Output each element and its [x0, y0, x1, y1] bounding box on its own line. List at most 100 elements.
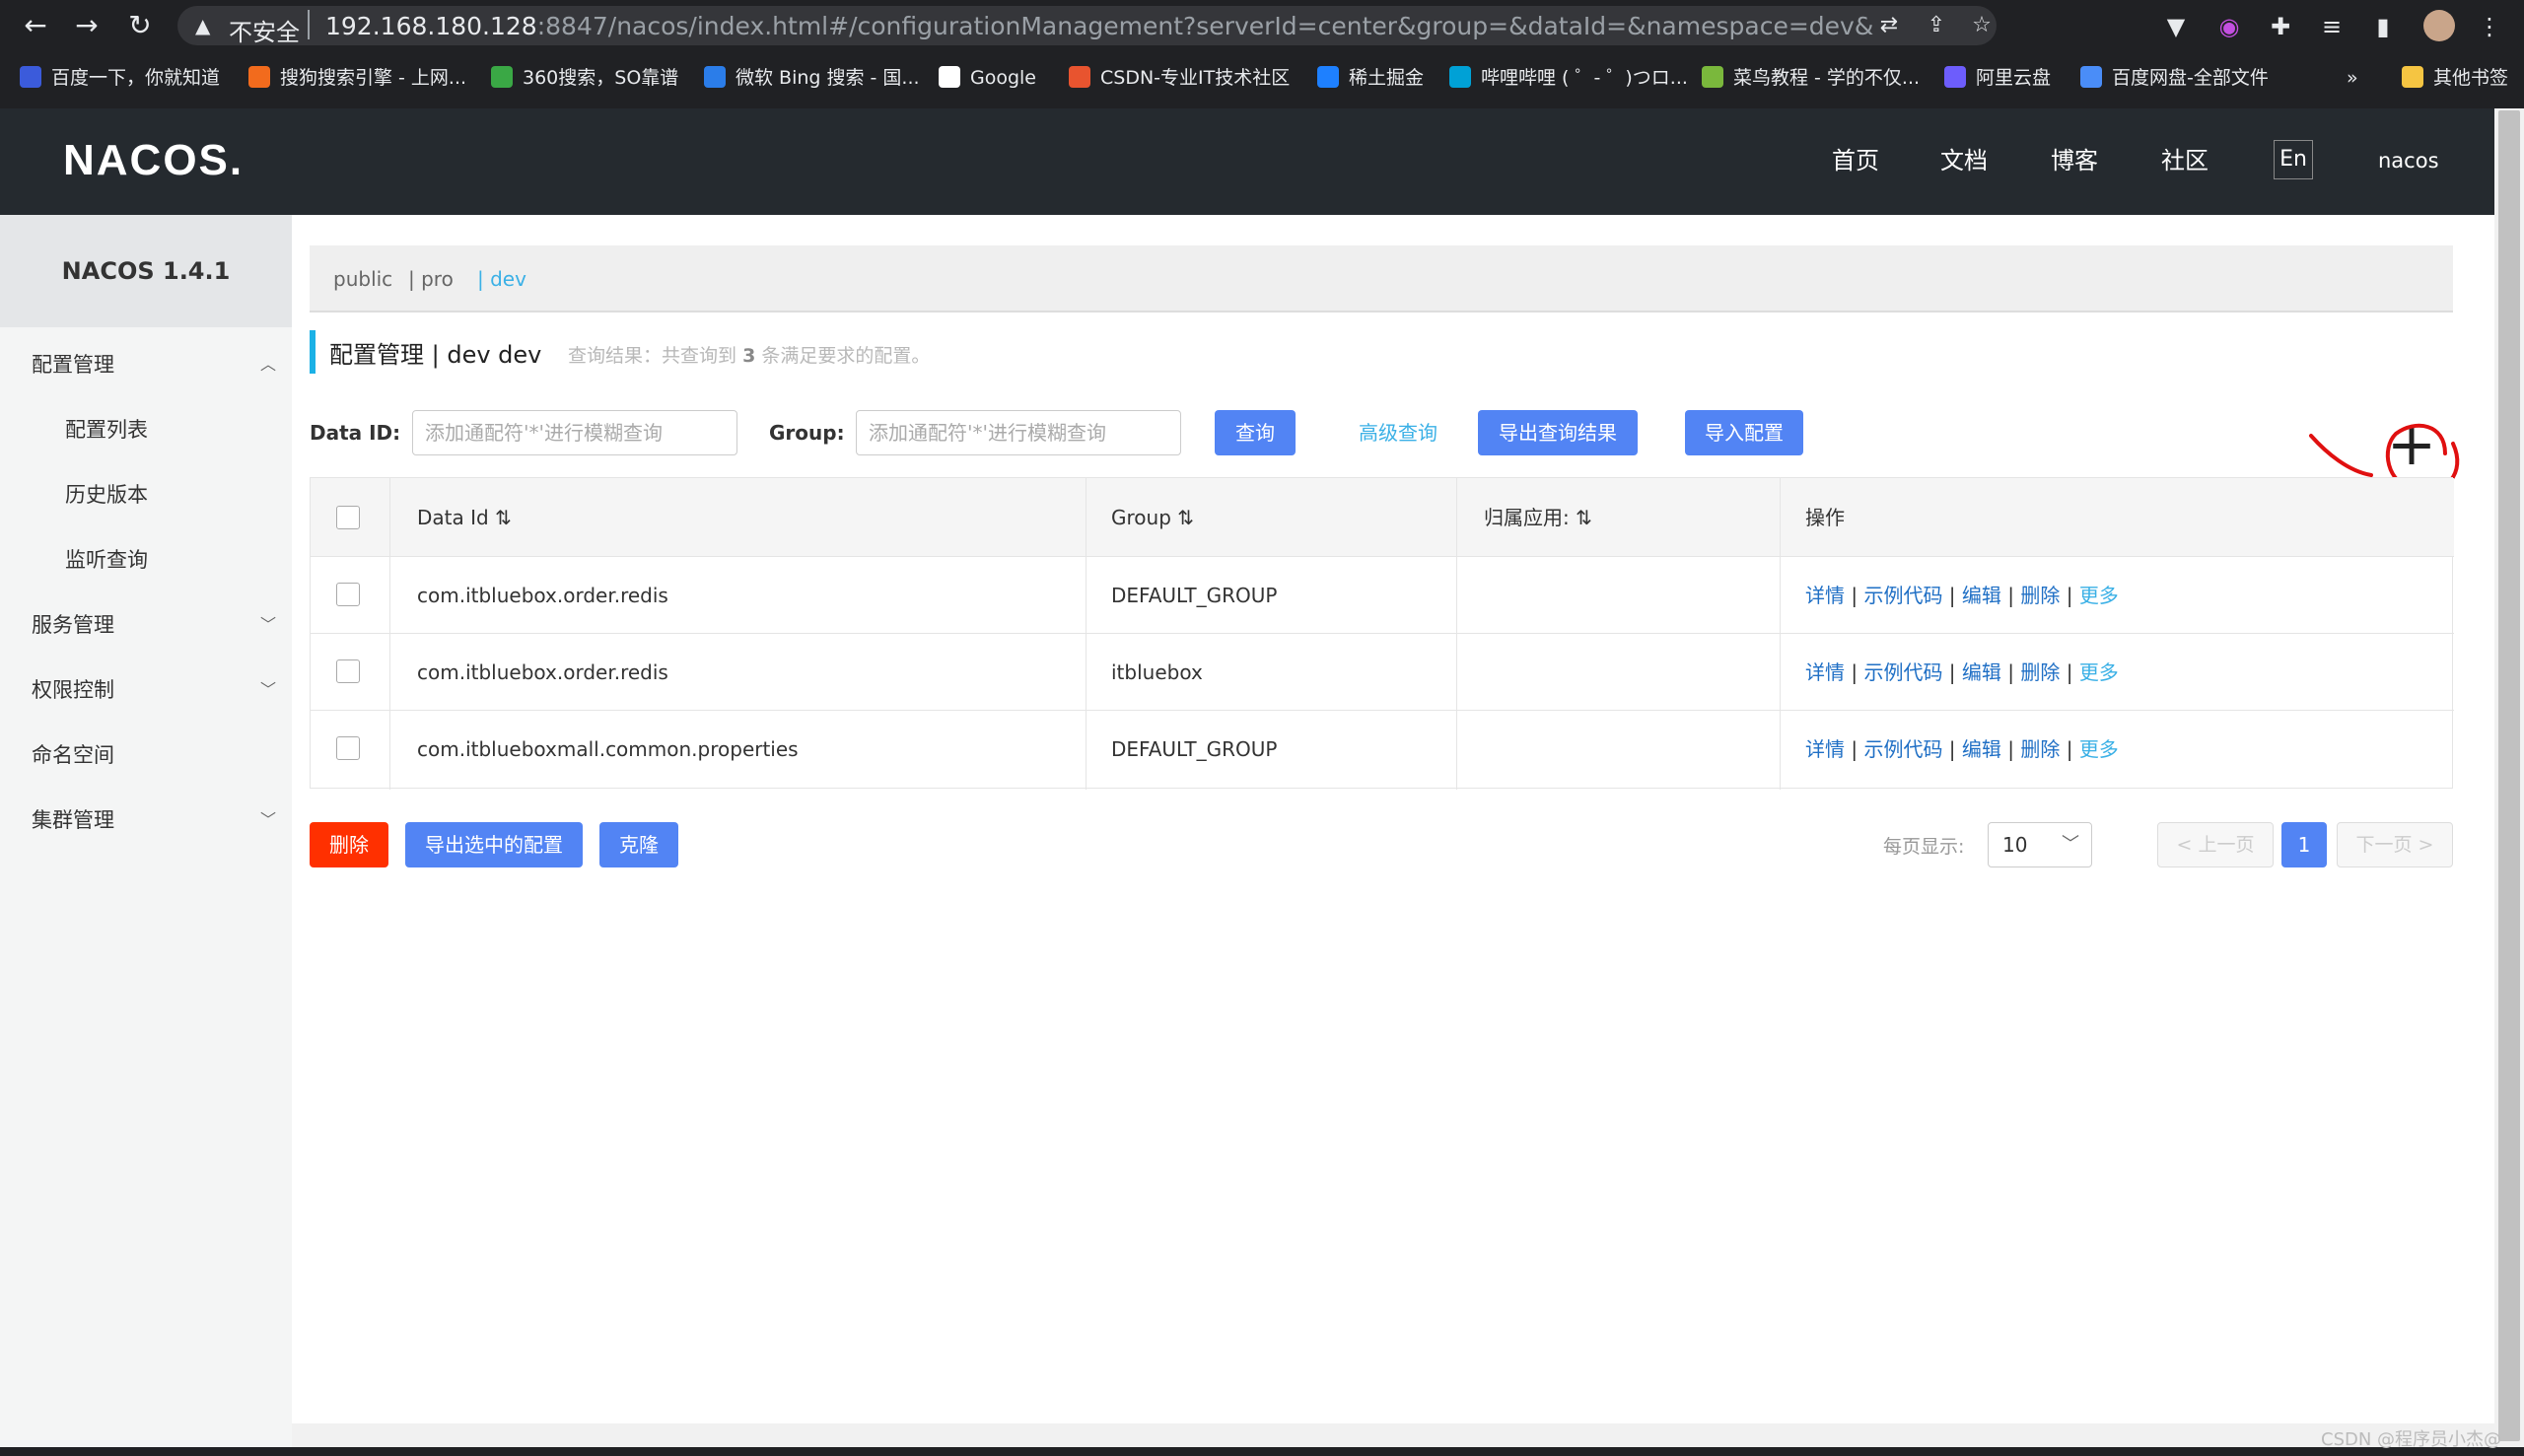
- sidebar-item-label: 服务管理: [32, 613, 114, 637]
- clone-button[interactable]: 克隆: [599, 822, 678, 867]
- namespace-pro[interactable]: | pro: [408, 267, 454, 291]
- horizontal-scrollbar[interactable]: [292, 1423, 2494, 1447]
- share-icon[interactable]: ⇪: [1923, 12, 1950, 39]
- bookmark-item[interactable]: 哔哩哔哩 ( ゜- ゜)つロ...: [1449, 65, 1688, 91]
- bookmark-label: 百度一下，你就知道: [51, 67, 221, 89]
- playlist-icon[interactable]: ≡: [2317, 12, 2347, 41]
- sidebar-item-config-management[interactable]: 配置管理 ︿: [0, 345, 292, 384]
- group-input[interactable]: 添加通配符'*'进行模糊查询: [856, 410, 1181, 455]
- header-data-id[interactable]: Data Id ⇅: [417, 478, 512, 557]
- ops-separator: |: [2000, 660, 2021, 684]
- next-page-button[interactable]: 下一页 >: [2337, 822, 2453, 867]
- profile-avatar[interactable]: [2423, 10, 2455, 41]
- cell-group: itbluebox: [1111, 660, 1203, 684]
- edit-link[interactable]: 编辑: [1962, 660, 2001, 684]
- delete-link[interactable]: 删除: [2020, 660, 2060, 684]
- details-link[interactable]: 详情: [1805, 737, 1845, 761]
- more-link[interactable]: 更多: [2079, 660, 2119, 684]
- extension-icon[interactable]: ◉: [2214, 12, 2244, 41]
- sidebar-item-config-list[interactable]: 配置列表: [0, 410, 292, 450]
- ops-separator: |: [1942, 660, 1962, 684]
- delete-link[interactable]: 删除: [2020, 584, 2060, 607]
- edit-link[interactable]: 编辑: [1962, 737, 2001, 761]
- page-size-label: 每页显示:: [1883, 836, 1965, 858]
- address-bar[interactable]: ▲ 不安全 192.168.180.128:8847/nacos/index.h…: [177, 6, 1997, 46]
- bookmark-label: 其他书签: [2433, 67, 2509, 89]
- bookmark-item[interactable]: 360搜索，SO靠谱: [491, 65, 678, 91]
- header-group[interactable]: Group ⇅: [1111, 478, 1194, 557]
- select-all-checkbox[interactable]: [336, 506, 360, 529]
- bookmark-item[interactable]: Google: [939, 65, 1036, 91]
- import-config-button[interactable]: 导入配置: [1685, 410, 1803, 455]
- namespace-dev[interactable]: | dev: [477, 267, 526, 291]
- header-app[interactable]: 归属应用: ⇅: [1484, 478, 1592, 557]
- user-name[interactable]: nacos: [2378, 146, 2439, 175]
- nav-docs[interactable]: 文档: [1940, 146, 1988, 175]
- dataid-input[interactable]: 添加通配符'*'进行模糊查询: [412, 410, 737, 455]
- sidebar-item-namespace[interactable]: 命名空间: [0, 735, 292, 775]
- page-size-select[interactable]: 10 ﹀: [1988, 822, 2092, 867]
- nav-community[interactable]: 社区: [2161, 146, 2208, 175]
- prev-page-button[interactable]: < 上一页: [2157, 822, 2274, 867]
- sidebar-item-listener-query[interactable]: 监听查询: [0, 540, 292, 580]
- bookmark-favicon: [1449, 66, 1471, 88]
- bookmark-item[interactable]: CSDN-专业IT技术社区: [1069, 65, 1290, 91]
- row-checkbox[interactable]: [336, 659, 360, 683]
- bookmark-item[interactable]: 阿里云盘: [1944, 65, 2051, 91]
- translate-icon[interactable]: ⇄: [1875, 12, 1903, 39]
- row-checkbox[interactable]: [336, 736, 360, 760]
- bookmark-item[interactable]: 其他书签: [2402, 65, 2508, 91]
- forward-icon[interactable]: →: [69, 8, 105, 43]
- sidebar-item-service-management[interactable]: 服务管理 ﹀: [0, 605, 292, 645]
- export-selected-button[interactable]: 导出选中的配置: [405, 822, 583, 867]
- advanced-query-link[interactable]: 高级查询: [1359, 410, 1437, 455]
- namespace-public[interactable]: public: [333, 267, 392, 291]
- bookmark-item[interactable]: 稀土掘金: [1317, 65, 1424, 91]
- nacos-logo[interactable]: NACOS.: [63, 136, 244, 185]
- more-link[interactable]: 更多: [2079, 584, 2119, 607]
- sidebar-item-history[interactable]: 历史版本: [0, 475, 292, 515]
- menu-icon[interactable]: ⋮: [2475, 12, 2504, 41]
- bookmark-item[interactable]: 微软 Bing 搜索 - 国...: [704, 65, 920, 91]
- config-table: Data Id ⇅ Group ⇅ 归属应用: ⇅ 操作 com.itblueb…: [310, 477, 2454, 790]
- bookmark-item[interactable]: 百度一下，你就知道: [20, 65, 220, 91]
- delete-link[interactable]: 删除: [2020, 737, 2060, 761]
- row-checkbox[interactable]: [336, 583, 360, 606]
- bookmarks-more[interactable]: »: [2347, 65, 2358, 91]
- current-page[interactable]: 1: [2281, 822, 2327, 867]
- header-operations: 操作: [1805, 506, 1845, 529]
- sample-code-link[interactable]: 示例代码: [1863, 660, 1942, 684]
- delete-button[interactable]: 删除: [310, 822, 388, 867]
- bookmark-label: 百度网盘-全部文件: [2112, 67, 2269, 89]
- details-link[interactable]: 详情: [1805, 660, 1845, 684]
- sidepanel-icon[interactable]: ▮: [2368, 12, 2398, 41]
- back-icon[interactable]: ←: [18, 8, 53, 43]
- bookmark-item[interactable]: 搜狗搜索引擎 - 上网...: [248, 65, 466, 91]
- sidebar-item-cluster-management[interactable]: 集群管理 ﹀: [0, 800, 292, 840]
- puzzle-icon[interactable]: ✚: [2266, 12, 2295, 41]
- star-icon[interactable]: ☆: [1968, 12, 1996, 39]
- address-separator: [308, 10, 310, 39]
- row-operations: 详情 | 示例代码 | 编辑 | 删除 | 更多: [1805, 557, 2119, 634]
- reload-icon[interactable]: ↻: [122, 8, 158, 43]
- edit-link[interactable]: 编辑: [1962, 584, 2001, 607]
- vertical-scrollbar-thumb[interactable]: [2498, 110, 2520, 1441]
- nav-home[interactable]: 首页: [1832, 146, 1879, 175]
- ops-separator: |: [1942, 584, 1962, 607]
- bookmark-item[interactable]: 菜鸟教程 - 学的不仅...: [1702, 65, 1920, 91]
- bookmark-favicon: [2080, 66, 2102, 88]
- query-button[interactable]: 查询: [1215, 410, 1296, 455]
- sample-code-link[interactable]: 示例代码: [1863, 584, 1942, 607]
- url-text[interactable]: 192.168.180.128:8847/nacos/index.html#/c…: [325, 12, 1873, 40]
- bookmark-item[interactable]: 百度网盘-全部文件: [2080, 65, 2269, 91]
- chevron-up-icon: ︿: [259, 355, 276, 374]
- more-link[interactable]: 更多: [2079, 737, 2119, 761]
- vue-devtools-icon[interactable]: ▼: [2161, 12, 2191, 41]
- export-results-button[interactable]: 导出查询结果: [1478, 410, 1638, 455]
- sample-code-link[interactable]: 示例代码: [1863, 737, 1942, 761]
- query-result-text: 查询结果：共查询到 3 条满足要求的配置。: [568, 345, 931, 367]
- nav-blog[interactable]: 博客: [2051, 146, 2098, 175]
- language-switch[interactable]: En: [2274, 140, 2313, 179]
- sidebar-item-access-control[interactable]: 权限控制 ﹀: [0, 670, 292, 710]
- details-link[interactable]: 详情: [1805, 584, 1845, 607]
